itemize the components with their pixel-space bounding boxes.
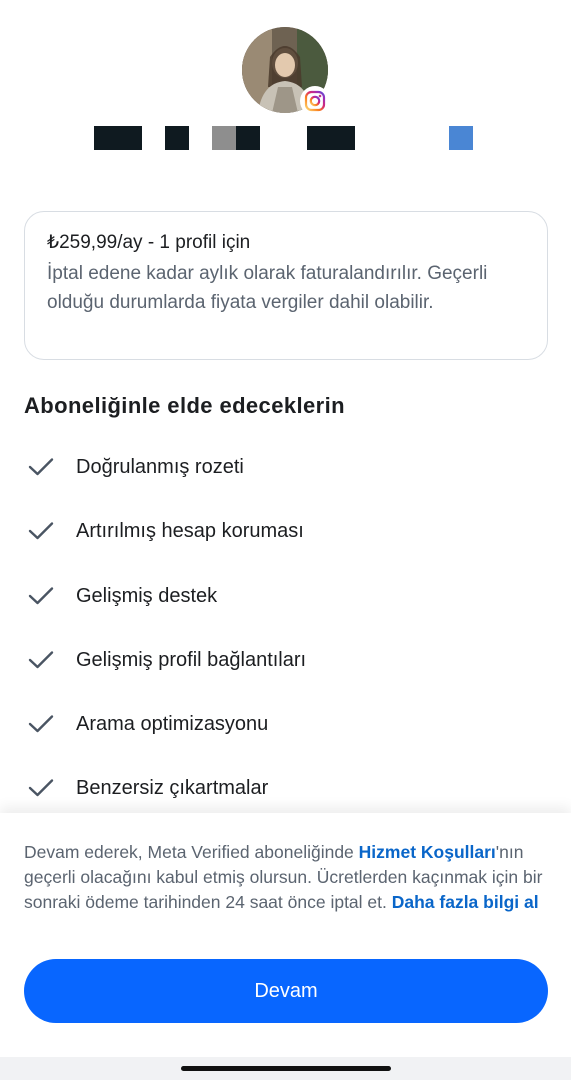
benefit-item: Benzersiz çıkartmalar — [28, 773, 268, 803]
terms-prefix: Devam ederek, Meta Verified aboneliğinde — [24, 842, 359, 862]
check-icon — [28, 522, 54, 540]
profile-name-redacted — [0, 126, 571, 150]
profile-avatar — [242, 27, 330, 116]
home-indicator-area — [0, 1057, 571, 1080]
check-icon — [28, 651, 54, 669]
price-card: ₺259,99/ay - 1 profil için İptal edene k… — [24, 211, 548, 360]
benefit-label: Gelişmiş destek — [76, 584, 218, 607]
instagram-badge — [300, 86, 330, 116]
check-icon — [28, 458, 54, 476]
benefit-label: Arama optimizasyonu — [76, 712, 269, 735]
price-title: ₺259,99/ay - 1 profil için — [47, 232, 251, 253]
benefit-label: Doğrulanmış rozeti — [76, 455, 244, 478]
benefit-label: Artırılmış hesap koruması — [76, 519, 304, 542]
learn-more-link[interactable]: Daha fazla bilgi al — [392, 892, 539, 912]
redaction-block — [212, 126, 236, 150]
check-icon — [28, 715, 54, 733]
benefit-item: Doğrulanmış rozeti — [28, 452, 244, 482]
benefit-item: Artırılmış hesap koruması — [28, 516, 304, 546]
benefit-label: Gelişmiş profil bağlantıları — [76, 648, 307, 671]
price-description: İptal edene kadar aylık olarak faturalan… — [47, 263, 488, 313]
benefit-item: Gelişmiş profil bağlantıları — [28, 645, 306, 675]
redaction-block — [165, 126, 189, 150]
continue-button[interactable]: Devam — [24, 959, 548, 1023]
benefit-item: Arama optimizasyonu — [28, 709, 268, 739]
benefits-heading: Aboneliğinle elde edeceklerin — [24, 393, 345, 418]
redaction-block — [94, 126, 142, 150]
redaction-block — [307, 126, 355, 150]
benefit-label: Benzersiz çıkartmalar — [76, 776, 269, 799]
check-icon — [28, 779, 54, 797]
bottom-action-sheet: Devam ederek, Meta Verified aboneliğinde… — [0, 813, 571, 1080]
terms-text: Devam ederek, Meta Verified aboneliğinde… — [24, 840, 552, 915]
check-icon — [28, 587, 54, 605]
terms-of-service-link[interactable]: Hizmet Koşulları — [359, 842, 496, 862]
verified-badge-redacted — [449, 126, 473, 150]
redaction-block — [236, 126, 260, 150]
instagram-icon — [304, 90, 326, 112]
benefit-item: Gelişmiş destek — [28, 581, 217, 611]
subscription-screen: ₺259,99/ay - 1 profil için İptal edene k… — [0, 0, 571, 1080]
home-indicator[interactable] — [181, 1066, 391, 1071]
